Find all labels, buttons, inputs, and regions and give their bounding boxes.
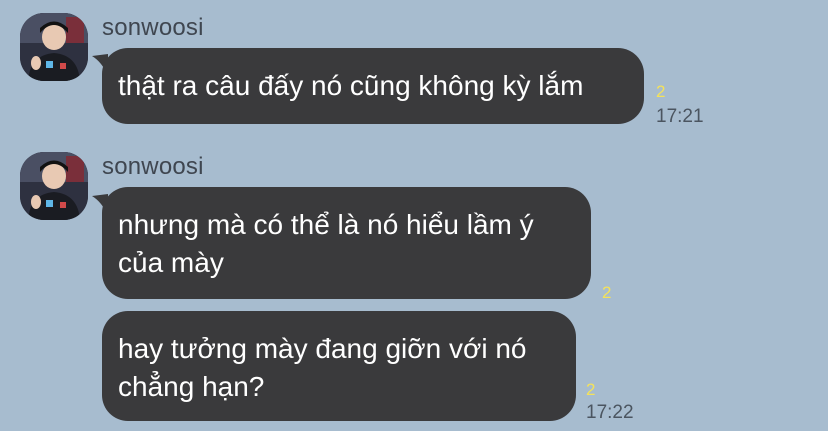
message-bubble[interactable]: nhưng mà có thể là nó hiểu lầm ý của mày xyxy=(102,187,591,299)
message-timestamp: 17:21 xyxy=(656,106,704,127)
sender-name: sonwoosi xyxy=(102,153,204,180)
unread-count: 2 xyxy=(656,82,666,101)
message-text: hay tưởng mày đang giỡn với nó chẳng hạn… xyxy=(118,333,527,402)
message-timestamp: 17:22 xyxy=(586,402,634,423)
unread-count: 2 xyxy=(602,283,612,302)
message-text: thật ra câu đấy nó cũng không kỳ lắm xyxy=(118,70,584,101)
message-text: nhưng mà có thể là nó hiểu lầm ý của mày xyxy=(118,209,534,278)
profile-photo-icon xyxy=(20,152,88,220)
sender-avatar[interactable] xyxy=(20,152,88,220)
profile-photo-icon xyxy=(20,13,88,81)
unread-count: 2 xyxy=(586,380,596,399)
message-bubble[interactable]: hay tưởng mày đang giỡn với nó chẳng hạn… xyxy=(102,311,576,421)
sender-avatar[interactable] xyxy=(20,13,88,81)
message-bubble[interactable]: thật ra câu đấy nó cũng không kỳ lắm xyxy=(102,48,644,124)
sender-name: sonwoosi xyxy=(102,14,204,41)
